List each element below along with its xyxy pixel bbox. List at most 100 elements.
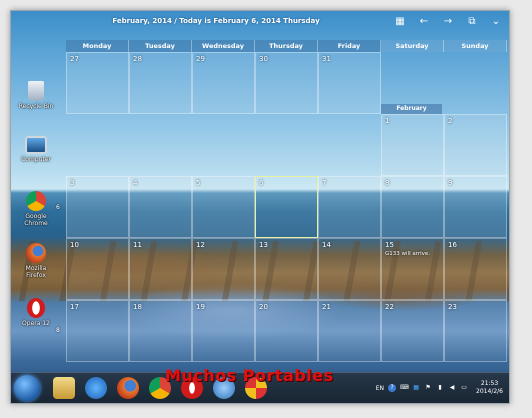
calendar-day-cell[interactable]: 27 [66, 52, 129, 114]
calendar-day-cell[interactable]: 15 G133 will arrive. [381, 238, 444, 300]
weekday-label: Thursday [255, 40, 318, 52]
computer-icon [25, 136, 47, 154]
calendar-day-number: 2 [448, 117, 453, 125]
calendar-day-cell[interactable]: 4 [129, 176, 192, 238]
help-icon[interactable]: ? [388, 384, 397, 392]
desktop-icon-google-chrome[interactable]: Google Chrome [15, 191, 57, 227]
calendar-day-cell[interactable]: 28 [129, 52, 192, 114]
desktop-icon-label: Recycle Bin [18, 103, 54, 110]
weekday-label: Friday [318, 40, 381, 52]
desktop-icon-computer[interactable]: Computer [15, 136, 57, 163]
explorer-icon[interactable] [53, 377, 75, 399]
calendar-day-cell[interactable]: 29 [192, 52, 255, 114]
calendar-day-number: 11 [133, 241, 142, 249]
calendar-day-number: 13 [259, 241, 268, 249]
battery-icon[interactable]: ▭ [460, 384, 468, 392]
calendar-day-cell[interactable]: 13 [255, 238, 318, 300]
calendar-day-cell[interactable]: 30 [255, 52, 318, 114]
calendar-day-cell[interactable]: 20 [255, 300, 318, 362]
calendar-day-cell[interactable]: 8 [381, 176, 444, 238]
calendar-day-cell[interactable]: 19 [192, 300, 255, 362]
calendar-day-cell[interactable]: 11 [129, 238, 192, 300]
calendar-day-number: 22 [385, 303, 394, 311]
keyboard-icon[interactable]: ⌨ [400, 384, 409, 392]
calendar-icon[interactable]: ▦ [393, 15, 407, 29]
calendar-day-cell[interactable]: 16 [444, 238, 507, 300]
firefox-taskbar-icon[interactable] [117, 377, 139, 399]
calendar-day-cell[interactable]: 22 [381, 300, 444, 362]
calendar-day-number: 16 [448, 241, 457, 249]
calendar-day-number: 15 [385, 241, 394, 249]
calendar-day-number: 5 [196, 179, 201, 187]
watermark: Muchos Portables [165, 366, 334, 385]
calendar-day-cell[interactable]: 21 [318, 300, 381, 362]
weekday-label: Saturday [381, 40, 444, 52]
calendar-day-cell[interactable]: 3 [66, 176, 129, 238]
clock-time: 21:53 [480, 380, 499, 387]
calendar-toolbar: ▦ ← → ⧉ ⌄ [393, 15, 503, 29]
clock[interactable]: 21:53 2014/2/6 [476, 380, 503, 396]
desktop-icon-label: Computer [21, 156, 51, 163]
language-indicator[interactable]: EN [376, 385, 384, 392]
calendar-title: February, 2014 / Today is February 6, 20… [112, 17, 320, 25]
calendar-day-number: 27 [70, 55, 79, 63]
calendar-day-number: 10 [70, 241, 79, 249]
calendar-day-number: 20 [259, 303, 268, 311]
desktop-icon-recycle-bin[interactable]: Recycle Bin [15, 81, 57, 110]
calendar-day-cell[interactable]: 17 [66, 300, 129, 362]
weekday-label: Monday [66, 40, 129, 52]
arrow-left-icon[interactable]: ← [417, 15, 431, 29]
calendar-day-cell[interactable]: 5 [192, 176, 255, 238]
calendar-day-number: 30 [259, 55, 268, 63]
app-grid-icon[interactable]: ▦ [412, 384, 420, 392]
network-icon[interactable]: ▮ [436, 384, 444, 392]
desktop-icon-label: Google Chrome [24, 213, 48, 227]
calendar-day-cell[interactable]: 10 [66, 238, 129, 300]
calendar-day-cell[interactable]: 6 [255, 176, 318, 238]
calendar-day-cell[interactable]: 18 [129, 300, 192, 362]
arrow-right-icon[interactable]: → [441, 15, 455, 29]
calendar-day-cell[interactable]: 12 [192, 238, 255, 300]
windows-icon[interactable]: ⧉ [465, 15, 479, 29]
calendar-day-cell[interactable]: 7 [318, 176, 381, 238]
calendar-day-number: 3 [70, 179, 75, 187]
calendar-day-cell[interactable]: 23 [444, 300, 507, 362]
volume-icon[interactable]: ◀ [448, 384, 456, 392]
weekday-label: Wednesday [192, 40, 255, 52]
calendar-day-number: 18 [133, 303, 142, 311]
calendar-day-cell[interactable]: 2 [444, 114, 507, 176]
desktop-icon-opera[interactable]: Opera 12 [15, 298, 57, 327]
calendar-day-number: 19 [196, 303, 205, 311]
firefox-icon [26, 243, 46, 263]
weekday-header: Monday Tuesday Wednesday Thursday Friday… [66, 40, 507, 52]
system-tray: EN ? ⌨ ▦ ⚑ ▮ ◀ ▭ 21:53 2014/2/6 [376, 373, 503, 403]
chevron-down-icon[interactable]: ⌄ [489, 15, 503, 29]
calendar-day-number: 29 [196, 55, 205, 63]
weekday-label: Sunday [444, 40, 507, 52]
calendar-day-cell[interactable]: 9 [444, 176, 507, 238]
desktop-screen: February, 2014 / Today is February 6, 20… [10, 10, 510, 404]
calendar-grid: 27 28 29 30 31 1 2 3 4 5 6 7 8 9 10 11 12 13 14 15 G133 will… [66, 52, 507, 362]
calendar-day-number: 14 [322, 241, 331, 249]
calendar-day-number: 23 [448, 303, 457, 311]
calendar-day-number: 7 [322, 179, 327, 187]
calendar-day-cell[interactable]: 14 [318, 238, 381, 300]
weekday-label: Tuesday [129, 40, 192, 52]
calendar-day-number: 1 [385, 117, 390, 125]
calendar-day-number: 31 [322, 55, 331, 63]
calendar-day-cell[interactable]: 1 [381, 114, 444, 176]
desktop-icon-label: Mozilla Firefox [25, 265, 47, 279]
week-number: 8 [56, 327, 60, 334]
desktop-icon-label: Opera 12 [22, 320, 50, 327]
flag-icon[interactable]: ⚑ [424, 384, 432, 392]
opera-icon [27, 298, 45, 318]
calendar-day-number: 21 [322, 303, 331, 311]
desktop-icon-firefox[interactable]: Mozilla Firefox [15, 243, 57, 279]
start-button[interactable] [14, 375, 40, 401]
chrome-icon [26, 191, 46, 211]
calendar-day-cell[interactable]: 31 [318, 52, 381, 114]
recycle-bin-icon [28, 81, 44, 101]
calendar-event[interactable]: G133 will arrive. [385, 251, 430, 257]
internet-explorer-icon[interactable] [85, 377, 107, 399]
calendar-day-number: 6 [259, 179, 264, 187]
